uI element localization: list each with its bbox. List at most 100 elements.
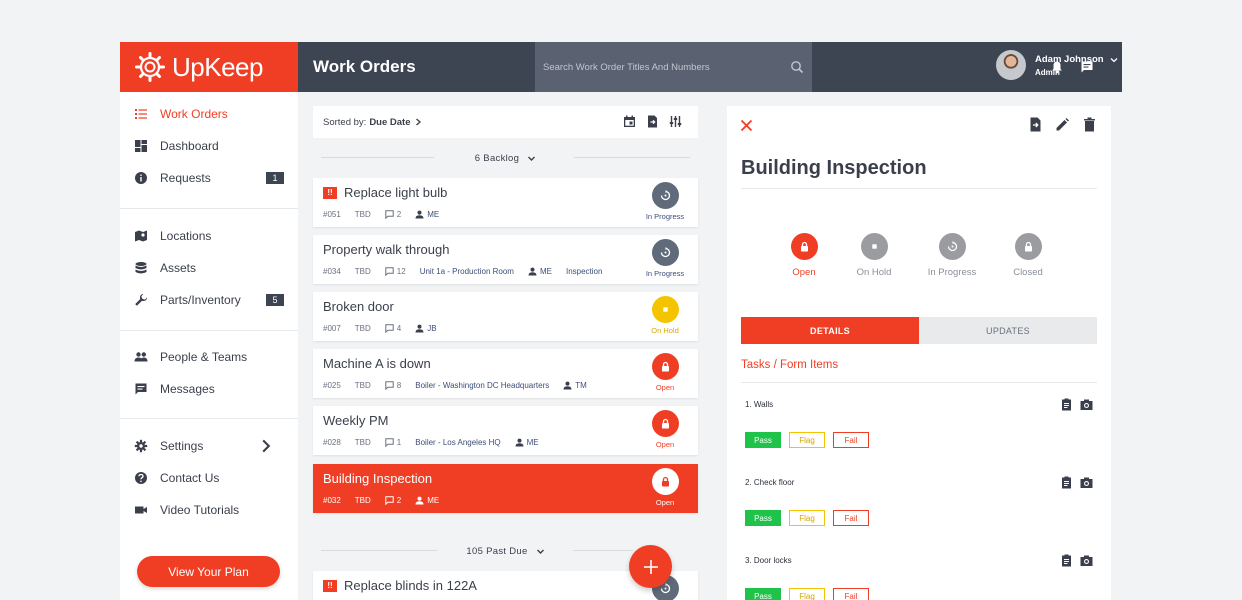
pass-button[interactable]: Pass <box>745 432 781 448</box>
status-label: Open <box>655 440 675 449</box>
sidebar-item-assets[interactable]: Assets <box>120 254 298 282</box>
assignee: ME <box>427 496 440 505</box>
chevron-right-icon <box>262 439 271 453</box>
flag-button[interactable]: Flag <box>789 432 825 448</box>
work-order-number: #032 <box>323 496 341 505</box>
sidebar-item-contact-us[interactable]: Contact Us <box>120 464 298 492</box>
work-order-card[interactable]: !! Replace light bulb #051 TBD 2 ME In Pr… <box>313 178 698 227</box>
search-icon[interactable] <box>790 60 804 74</box>
divider <box>574 157 690 158</box>
pass-button[interactable]: Pass <box>745 588 781 600</box>
sort-value[interactable]: Due Date <box>369 117 410 128</box>
comment-icon <box>385 496 394 505</box>
comment-count: 2 <box>396 496 402 505</box>
wrench-icon <box>135 293 148 306</box>
status-indicator[interactable]: On Hold <box>640 296 690 335</box>
sidebar-item-label: Locations <box>160 229 212 243</box>
divider <box>321 157 434 158</box>
divider <box>120 208 298 209</box>
message-icon <box>135 383 147 395</box>
status-indicator[interactable]: Open <box>640 468 690 507</box>
sidebar-item-messages[interactable]: Messages <box>120 375 298 403</box>
sidebar-item-parts-inventory[interactable]: Parts/Inventory 5 <box>120 286 298 314</box>
sidebar-item-video-tutorials[interactable]: Video Tutorials <box>120 496 298 524</box>
tab-updates[interactable]: UPDATES <box>919 317 1097 344</box>
work-order-card[interactable]: Broken door #007 TBD 4 JB On Hold <box>313 292 698 341</box>
chevron-down-icon <box>1110 58 1118 63</box>
sidebar-item-dashboard[interactable]: Dashboard <box>120 132 298 160</box>
state-open-button[interactable]: Open <box>769 233 839 278</box>
work-order-title: Machine A is down <box>323 356 431 371</box>
divider <box>741 188 1097 189</box>
close-icon[interactable] <box>740 119 753 132</box>
flag-button[interactable]: Flag <box>789 588 825 600</box>
edit-pencil-icon[interactable] <box>1055 117 1070 132</box>
person-icon <box>415 210 424 219</box>
camera-icon[interactable] <box>1080 476 1093 489</box>
tab-details[interactable]: DETAILS <box>741 317 919 344</box>
info-icon <box>135 172 147 184</box>
camera-icon[interactable] <box>1080 554 1093 567</box>
divider <box>321 550 437 551</box>
sidebar-item-label: Parts/Inventory <box>160 293 241 307</box>
clipboard-icon[interactable] <box>1060 554 1073 567</box>
pass-button[interactable]: Pass <box>745 510 781 526</box>
sidebar-item-work-orders[interactable]: Work Orders <box>120 100 298 128</box>
status-label: In Progress <box>645 212 685 221</box>
state-circle <box>790 233 818 260</box>
state-on-hold-button[interactable]: On Hold <box>839 233 909 278</box>
state-in-progress-button[interactable]: In Progress <box>917 233 987 278</box>
flag-button[interactable]: Flag <box>789 510 825 526</box>
pause-square-icon <box>871 244 877 249</box>
clipboard-icon[interactable] <box>1060 398 1073 411</box>
work-order-card[interactable]: Property walk through #034 TBD 12 Unit 1… <box>313 235 698 284</box>
search-box <box>535 42 812 92</box>
fail-button[interactable]: Fail <box>833 510 869 526</box>
person-icon <box>415 496 424 505</box>
user-role: Admin <box>1035 67 1060 77</box>
assignee: ME <box>526 438 539 447</box>
work-order-card[interactable]: Weekly PM #028 TBD 1 Boiler - Los Angele… <box>313 406 698 455</box>
top-bar: Work Orders Adam Johnson Admin <box>298 42 1122 92</box>
trash-icon[interactable] <box>1082 117 1097 132</box>
export-file-icon[interactable] <box>1028 117 1043 132</box>
group-header-backlog[interactable]: 6 Backlog <box>313 150 698 166</box>
state-label: On Hold <box>856 267 892 278</box>
sidebar-item-label: Work Orders <box>160 107 228 121</box>
count-badge: 5 <box>266 294 284 306</box>
add-work-order-button[interactable] <box>629 545 672 588</box>
status-indicator[interactable]: Open <box>640 410 690 449</box>
lock-open-icon <box>661 361 669 372</box>
logo[interactable]: UpKeep <box>120 42 298 92</box>
sidebar-item-requests[interactable]: Requests 1 <box>120 164 298 192</box>
user-menu[interactable]: Adam Johnson Admin <box>996 50 1118 80</box>
state-closed-button[interactable]: Closed <box>993 233 1063 278</box>
status-indicator[interactable]: In Progress <box>640 182 690 221</box>
fail-button[interactable]: Fail <box>833 588 869 600</box>
dashboard-icon <box>135 140 147 152</box>
sidebar-item-locations[interactable]: Locations <box>120 222 298 250</box>
filter-sliders-icon[interactable] <box>669 115 682 128</box>
status-indicator[interactable]: In Progress <box>640 239 690 278</box>
clipboard-icon[interactable] <box>1060 476 1073 489</box>
status-label: Open <box>655 383 675 392</box>
list-icon <box>135 109 147 119</box>
status-indicator[interactable]: Open <box>640 353 690 392</box>
comment-count: 4 <box>396 324 402 333</box>
sidebar-item-settings[interactable]: Settings <box>120 432 298 460</box>
export-file-icon[interactable] <box>646 115 659 128</box>
work-order-card-selected[interactable]: Building Inspection #032 TBD 2 ME Open <box>313 464 698 513</box>
sidebar-item-people-teams[interactable]: People & Teams <box>120 343 298 371</box>
sidebar-item-label: People & Teams <box>160 350 248 364</box>
person-icon <box>528 267 537 276</box>
view-plan-button[interactable]: View Your Plan <box>137 556 280 587</box>
page-title: Work Orders <box>313 57 416 76</box>
comment-icon <box>385 324 394 333</box>
chevron-right-icon <box>415 118 421 126</box>
work-order-card[interactable]: Machine A is down #025 TBD 8 Boiler - Wa… <box>313 349 698 398</box>
camera-icon[interactable] <box>1080 398 1093 411</box>
fail-button[interactable]: Fail <box>833 432 869 448</box>
status-circle <box>651 239 679 266</box>
calendar-icon[interactable] <box>623 115 636 128</box>
search-input[interactable] <box>543 61 790 73</box>
